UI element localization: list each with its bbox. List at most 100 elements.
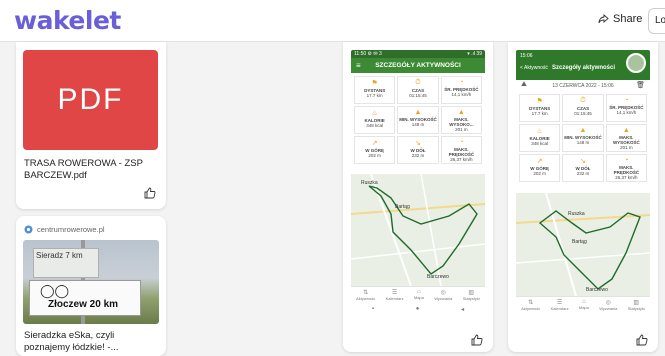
phone-screenshot-2: 15:06 < Aktywność Szczegóły aktywności ⛰…: [516, 50, 650, 322]
nav-icon: ☰: [391, 290, 398, 296]
nav-label: Mapa: [578, 305, 589, 310]
nav-item: ⇅ Aktywność: [521, 299, 540, 314]
status-bar: 11:50 ⚙ ✉ 3 ▾ .ıl 39: [351, 50, 485, 58]
nav-icon: ⇅: [363, 290, 369, 296]
stat-value: 232 m: [576, 171, 590, 176]
nav-icon: ▥: [633, 300, 640, 306]
stat-icon: ⚑: [536, 98, 543, 105]
stat-icon: ↘: [415, 140, 421, 147]
stat-icon: ⏱: [415, 79, 421, 86]
map-label-ruszka: Ruszka: [361, 180, 378, 186]
stat-icon: ↘: [580, 158, 586, 165]
stat-icon: ▲: [579, 127, 587, 134]
route-map-2: Ruszka Bartąg Barczewo: [516, 192, 650, 297]
stat-value: 17.7 km: [366, 93, 383, 98]
stat-label: MAKS. PRĘDKOŚĆ: [448, 147, 475, 157]
stat-value: 26,37 km/h: [450, 157, 473, 162]
wakelet-logo[interactable]: wakelet: [14, 6, 121, 35]
stat-value: 01:15:45: [409, 93, 427, 98]
like-icon[interactable]: [636, 334, 648, 346]
screenshot-card-2[interactable]: 15:06 < Aktywność Szczegóły aktywności ⛰…: [508, 42, 658, 352]
system-nav-bar: ▪ ● ◂: [351, 306, 485, 318]
activity-header: ≡ SZCZEGÓŁY AKTYWNOŚCI: [351, 58, 485, 73]
stat-value: 232 m: [411, 153, 425, 158]
stat-icon: ↗: [371, 140, 378, 147]
article-card[interactable]: centrumrowerowe.pl Sieradz 7 km ◯◯ Złocz…: [16, 216, 166, 356]
pdf-thumbnail: PDF: [23, 50, 158, 150]
stat-value: 14,1 km/h: [451, 92, 472, 97]
stat-icon: ◔: [624, 97, 629, 104]
stat-value: 201 m: [455, 127, 468, 132]
status-time: 15:06: [520, 53, 533, 59]
like-icon[interactable]: [471, 334, 483, 346]
stat-icon: ◔: [459, 139, 464, 146]
stat-icon: ▲: [457, 109, 465, 116]
trash-icon: 🗑: [636, 82, 645, 89]
nav-icon: ☰: [556, 300, 563, 306]
screenshot-card-1[interactable]: 11:50 ⚙ ✉ 3 ▾ .ıl 39 ≡ SZCZEGÓŁY AKTYWNO…: [343, 42, 493, 352]
stat-value: 26,37 km/h: [615, 175, 638, 180]
nav-label: Mapa: [413, 295, 424, 300]
activity-header-2: 15:06 < Aktywność Szczegóły aktywności: [516, 50, 650, 80]
nav-icon: ▥: [468, 290, 475, 296]
stat-icon: ◔: [624, 157, 629, 164]
login-button[interactable]: Lo: [648, 8, 665, 34]
nav-icon: ◎: [605, 300, 611, 306]
share-button[interactable]: Share: [598, 13, 642, 25]
route-map-2-svg: Ruszka Bartąg Barczewo: [516, 192, 650, 297]
stat-icon: ◔: [459, 79, 464, 86]
nav-item: ⇅ Aktywność: [356, 289, 375, 304]
stat-cell: ↘ W DÓŁ 232 m: [397, 136, 439, 164]
stat-cell: ♨ KALORIE 348 kcal: [354, 106, 396, 134]
nav-item: ⌂ Mapa: [579, 299, 589, 314]
stat-label: MAKS. WYSOKO...: [449, 117, 474, 127]
stats-grid-2: ⚑ DYSTANS 17.7 km ⏱ CZAS 01:15:45 ◔ ŚR. PRĘDKOŚ…: [516, 91, 650, 185]
like-icon[interactable]: [144, 187, 156, 199]
share-label: Share: [613, 13, 643, 25]
stat-icon: ♨: [536, 128, 543, 135]
activity-header-title: SZCZEGÓŁY AKTYWNOŚCI: [375, 62, 461, 69]
map-label-barczewo: Barczewo: [427, 274, 449, 280]
source-favicon-icon: [24, 225, 33, 234]
sign-sieradz: Sieradz 7 km: [33, 248, 99, 278]
nav-item: ☰ Kalendarz: [551, 299, 569, 314]
stat-value: 202 m: [533, 171, 546, 176]
source-row: centrumrowerowe.pl: [24, 225, 105, 234]
nav-item: ▥ Statystyki: [628, 299, 645, 314]
stat-value: 348 kcal: [366, 123, 384, 128]
pdf-card[interactable]: PDF TRASA ROWEROWA - ZSP BARCZEW.pdf: [16, 42, 166, 209]
stat-cell: ⚑ DYSTANS 17.7 km: [354, 76, 396, 104]
nav-label: Kalendarz: [550, 306, 569, 311]
activity-header-title-2: Szczegóły aktywności: [552, 65, 616, 71]
pdf-thumb-label: PDF: [57, 83, 124, 116]
stat-value: 148 m: [411, 122, 425, 127]
stat-value: 348 kcal: [531, 141, 549, 146]
nav-icon: ⇅: [528, 300, 534, 306]
stat-cell: ▲ MAKS. WYSOKO... 201 m: [440, 106, 482, 134]
stat-icon: ▲: [414, 109, 422, 116]
stat-icon: ⏱: [580, 97, 586, 104]
sign-zloczew-text: Złoczew 20 km: [48, 299, 119, 310]
stat-cell: ↘ W DÓŁ 232 m: [562, 154, 604, 182]
stat-value: 14,1 km/h: [616, 110, 637, 115]
route-map: Ruszka Bartąg Barczewo: [351, 173, 485, 287]
bottom-nav: ⇅ Aktywność ☰ Kalendarz ⌂ Mapa ◎ Wyzwania ▥ Staty…: [351, 286, 485, 304]
system-nav-button: ●: [415, 306, 420, 312]
stat-value: 202 m: [368, 153, 381, 158]
nav-label: Wyzwania: [599, 306, 618, 311]
stat-label: MAKS. PRĘDKOŚĆ: [613, 165, 640, 175]
nav-item: ▥ Statystyki: [463, 289, 480, 304]
article-card-title: Sieradzka eSka, czyli poznajemy łódzkie!…: [24, 330, 119, 353]
route-map-svg: Ruszka Bartąg Barczewo: [351, 173, 485, 287]
map-label-bartag: Bartąg: [395, 204, 410, 210]
share-route-icon: ⛰: [521, 81, 527, 88]
stat-cell: ♨ KALORIE 348 kcal: [519, 124, 561, 152]
avatar: [626, 53, 646, 73]
activity-date: 13 CZERWCA 2022 - 15:06: [552, 83, 614, 89]
phone-screenshot-1: 11:50 ⚙ ✉ 3 ▾ .ıl 39 ≡ SZCZEGÓŁY AKTYWNO…: [351, 50, 485, 322]
stat-cell: ⚑ DYSTANS 17.7 km: [519, 94, 561, 122]
bottom-nav-2: ⇅ Aktywność ☰ Kalendarz ⌂ Mapa ◎ Wyzwania ▥ Staty…: [516, 296, 650, 314]
back-link: < Aktywność: [520, 65, 548, 71]
stat-icon: ⚑: [371, 80, 378, 87]
stat-cell: ↗ W GÓRĘ 202 m: [354, 136, 396, 164]
